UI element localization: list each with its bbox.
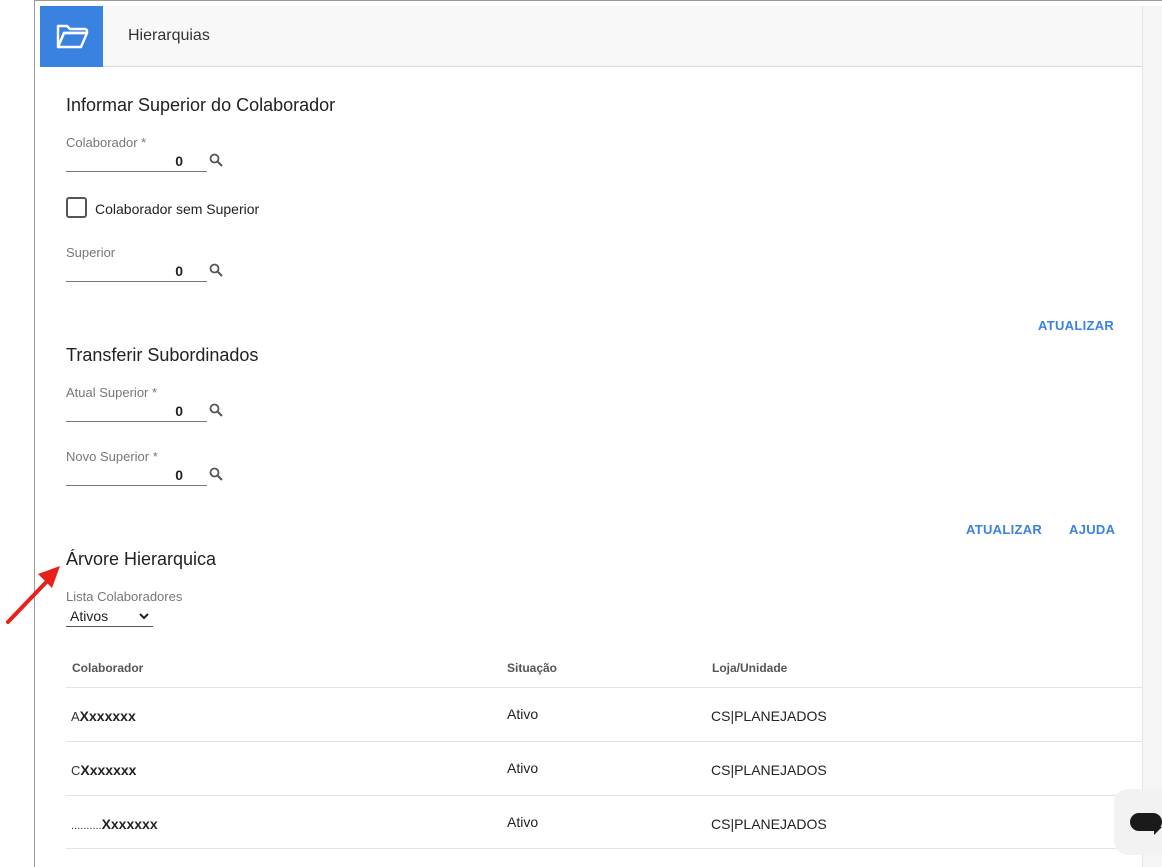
row-prefix: .......... xyxy=(71,820,102,832)
folder-open-icon xyxy=(56,24,88,48)
row-name: Xxxxxxx xyxy=(79,708,136,724)
column-header-colaborador[interactable]: Colaborador xyxy=(72,661,143,675)
row-loja-unidade: CS|PLANEJADOS xyxy=(711,762,827,778)
novo-superior-value: 0 xyxy=(175,467,183,483)
table-row[interactable]: AXxxxxxx Ativo CS|PLANEJADOS xyxy=(66,687,1142,741)
lista-colaboradores-value: Ativos xyxy=(70,608,109,624)
chat-icon-tail xyxy=(1154,827,1162,835)
atual-superior-input[interactable]: 0 xyxy=(66,400,207,422)
chevron-down-icon xyxy=(139,613,149,620)
ajuda-button[interactable]: AJUDA xyxy=(1069,522,1115,537)
sem-superior-checkbox[interactable] xyxy=(66,197,87,218)
row-situacao: Ativo xyxy=(507,814,539,830)
table-row[interactable]: ..........Xxxxxxx Ativo CS|PLANEJADOS xyxy=(66,795,1142,849)
row-colaborador: ..........Xxxxxxx xyxy=(71,816,158,832)
colaborador-label: Colaborador * xyxy=(66,135,147,150)
row-name: Xxxxxxx xyxy=(80,762,137,778)
page-header: Hierarquias xyxy=(40,6,1142,67)
superior-value: 0 xyxy=(175,263,183,279)
superior-label: Superior xyxy=(66,245,116,260)
row-colaborador: AXxxxxxx xyxy=(71,708,136,724)
scrollbar-track[interactable] xyxy=(1142,6,1162,867)
colaborador-search-icon[interactable] xyxy=(209,153,223,167)
lista-colaboradores-label: Lista Colaboradores xyxy=(66,589,183,604)
superior-search-icon[interactable] xyxy=(209,263,223,277)
section-title-informar-superior: Informar Superior do Colaborador xyxy=(66,95,336,115)
atual-superior-value: 0 xyxy=(175,403,183,419)
row-name: Xxxxxxx xyxy=(101,816,158,832)
annotation-arrow-icon xyxy=(6,566,60,624)
row-loja-unidade: CS|PLANEJADOS xyxy=(711,708,827,724)
column-header-situacao[interactable]: Situação xyxy=(507,661,557,675)
row-colaborador: CXxxxxxx xyxy=(71,762,136,778)
page-title: Hierarquias xyxy=(128,27,210,44)
novo-superior-label: Novo Superior * xyxy=(66,449,158,464)
chat-button[interactable] xyxy=(1114,789,1162,855)
row-situacao: Ativo xyxy=(507,706,539,722)
lista-colaboradores-select[interactable]: Ativos xyxy=(66,606,153,627)
superior-input[interactable]: 0 xyxy=(66,260,207,282)
atualizar-transferir-button[interactable]: ATUALIZAR xyxy=(966,522,1042,537)
row-loja-unidade: CS|PLANEJADOS xyxy=(711,816,827,832)
row-situacao: Ativo xyxy=(507,760,539,776)
app-tile[interactable] xyxy=(40,6,103,67)
table-row[interactable]: CXxxxxxx Ativo CS|PLANEJADOS xyxy=(66,741,1142,795)
section-title-transferir: Transferir Subordinados xyxy=(66,345,259,365)
atualizar-superior-button[interactable]: ATUALIZAR xyxy=(1038,318,1114,333)
colaborador-input[interactable]: 0 xyxy=(66,150,207,172)
atual-superior-search-icon[interactable] xyxy=(209,403,223,417)
row-prefix: C xyxy=(71,763,81,778)
sem-superior-label: Colaborador sem Superior xyxy=(95,201,260,217)
column-header-loja-unidade[interactable]: Loja/Unidade xyxy=(712,661,787,675)
colaborador-value: 0 xyxy=(175,153,183,169)
row-prefix: A xyxy=(71,709,80,724)
atual-superior-label: Atual Superior * xyxy=(66,385,158,400)
section-title-arvore: Árvore Hierarquica xyxy=(66,549,217,569)
novo-superior-input[interactable]: 0 xyxy=(66,464,207,486)
novo-superior-search-icon[interactable] xyxy=(209,467,223,481)
